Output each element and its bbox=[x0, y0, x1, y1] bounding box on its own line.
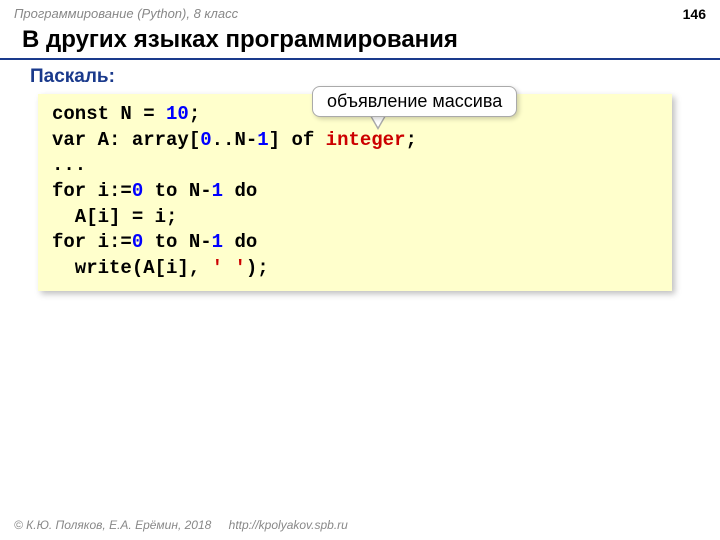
footer-url: http://kpolyakov.spb.ru bbox=[229, 518, 348, 532]
code-line: write(A[i], ' '); bbox=[52, 256, 658, 282]
slide-footer: © К.Ю. Поляков, Е.А. Ерёмин, 2018 http:/… bbox=[14, 518, 348, 532]
slide-header: Программирование (Python), 8 класс 146 bbox=[0, 0, 720, 24]
code-line: for i:=0 to N-1 do bbox=[52, 230, 658, 256]
code-line: for i:=0 to N-1 do bbox=[52, 179, 658, 205]
course-label: Программирование (Python), 8 класс bbox=[14, 6, 238, 22]
code-line: A[i] = i; bbox=[52, 205, 658, 231]
code-line: var A: array[0..N-1] of integer; bbox=[52, 128, 658, 154]
page-number: 146 bbox=[683, 6, 706, 22]
callout-label: объявление массива bbox=[312, 86, 517, 117]
code-line: ... bbox=[52, 153, 658, 179]
copyright-text: © К.Ю. Поляков, Е.А. Ерёмин, 2018 bbox=[14, 518, 211, 532]
code-block: const N = 10; var A: array[0..N-1] of in… bbox=[38, 94, 672, 291]
slide-title: В других языках программирования bbox=[0, 24, 720, 60]
